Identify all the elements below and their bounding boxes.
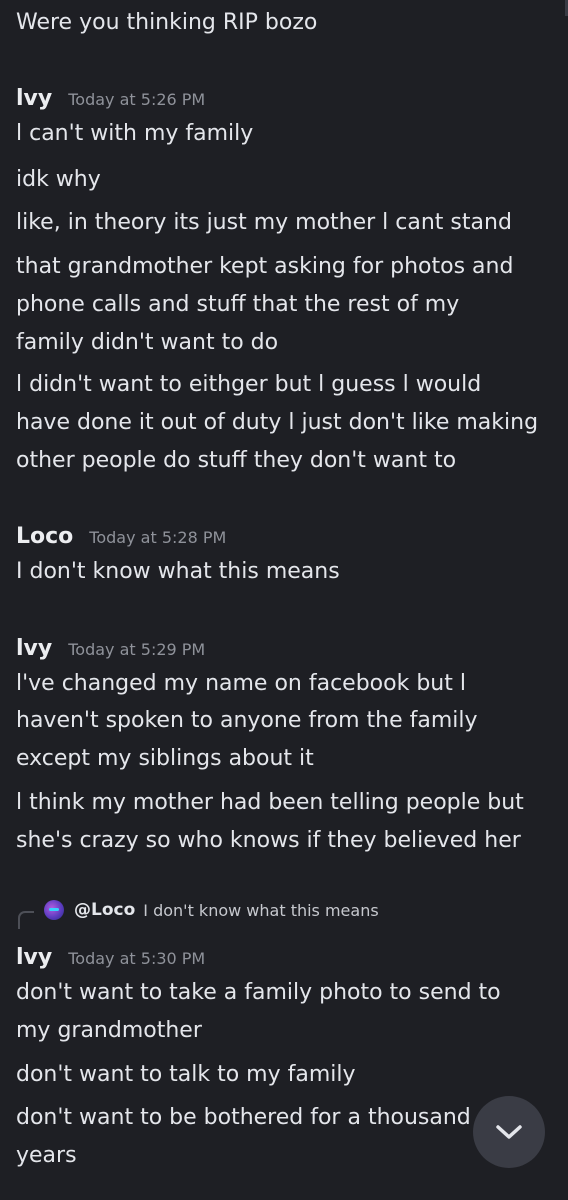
message-line: haven't spoken to anyone from the family <box>16 708 478 733</box>
reply-author[interactable]: @Loco <box>74 900 135 920</box>
message-line: don't want to take a family photo to sen… <box>16 980 501 1005</box>
message-timestamp: Today at 5:28 PM <box>89 528 227 547</box>
message-line: l think my mother had been telling peopl… <box>16 790 524 815</box>
message-header: lvy Today at 5:26 PM <box>16 86 205 111</box>
avatar[interactable] <box>44 900 64 920</box>
message-header: lvy Today at 5:30 PM <box>16 945 205 970</box>
reply-preview[interactable]: @Loco I don't know what this means <box>14 893 379 929</box>
message-header: Loco Today at 5:28 PM <box>16 524 226 549</box>
message-line: don't want to talk to my family <box>16 1062 356 1087</box>
message-line: idk why <box>16 167 101 192</box>
message-line: family didn't want to do <box>16 330 279 355</box>
scroll-to-bottom-button[interactable] <box>473 1096 545 1168</box>
chevron-down-icon <box>496 1125 522 1139</box>
message-line: except my siblings about it <box>16 746 314 771</box>
reply-text[interactable]: I don't know what this means <box>143 901 378 920</box>
message-author[interactable]: lvy <box>16 636 52 661</box>
message-author[interactable]: lvy <box>16 86 52 111</box>
message-line: my grandmother <box>16 1018 202 1043</box>
message-author[interactable]: lvy <box>16 945 52 970</box>
message-header: lvy Today at 5:29 PM <box>16 636 205 661</box>
message-line: I don't know what this means <box>16 559 340 584</box>
message-line: other people do stuff they don't want to <box>16 448 457 473</box>
message-line: phone calls and stuff that the rest of m… <box>16 292 460 317</box>
message-line: l didn't want to eithger but l guess l w… <box>16 372 482 397</box>
message-line: that grandmother kept asking for photos … <box>16 254 514 279</box>
message-line: Were you thinking RIP bozo <box>16 10 318 35</box>
message-timestamp: Today at 5:29 PM <box>68 640 206 659</box>
message-line: like, in theory its just my mother l can… <box>16 210 512 235</box>
chat-log: Were you thinking RIP bozo lvy Today at … <box>0 0 568 1200</box>
message-line: l've changed my name on facebook but l <box>16 671 466 696</box>
message-timestamp: Today at 5:30 PM <box>68 949 206 968</box>
reply-connector <box>18 911 34 929</box>
message-author[interactable]: Loco <box>16 524 73 549</box>
message-line: l can't with my family <box>16 121 254 146</box>
message-timestamp: Today at 5:26 PM <box>68 90 206 109</box>
message-line: she's crazy so who knows if they believe… <box>16 828 521 853</box>
message-line: years <box>16 1143 77 1168</box>
message-line: have done it out of duty l just don't li… <box>16 410 539 435</box>
